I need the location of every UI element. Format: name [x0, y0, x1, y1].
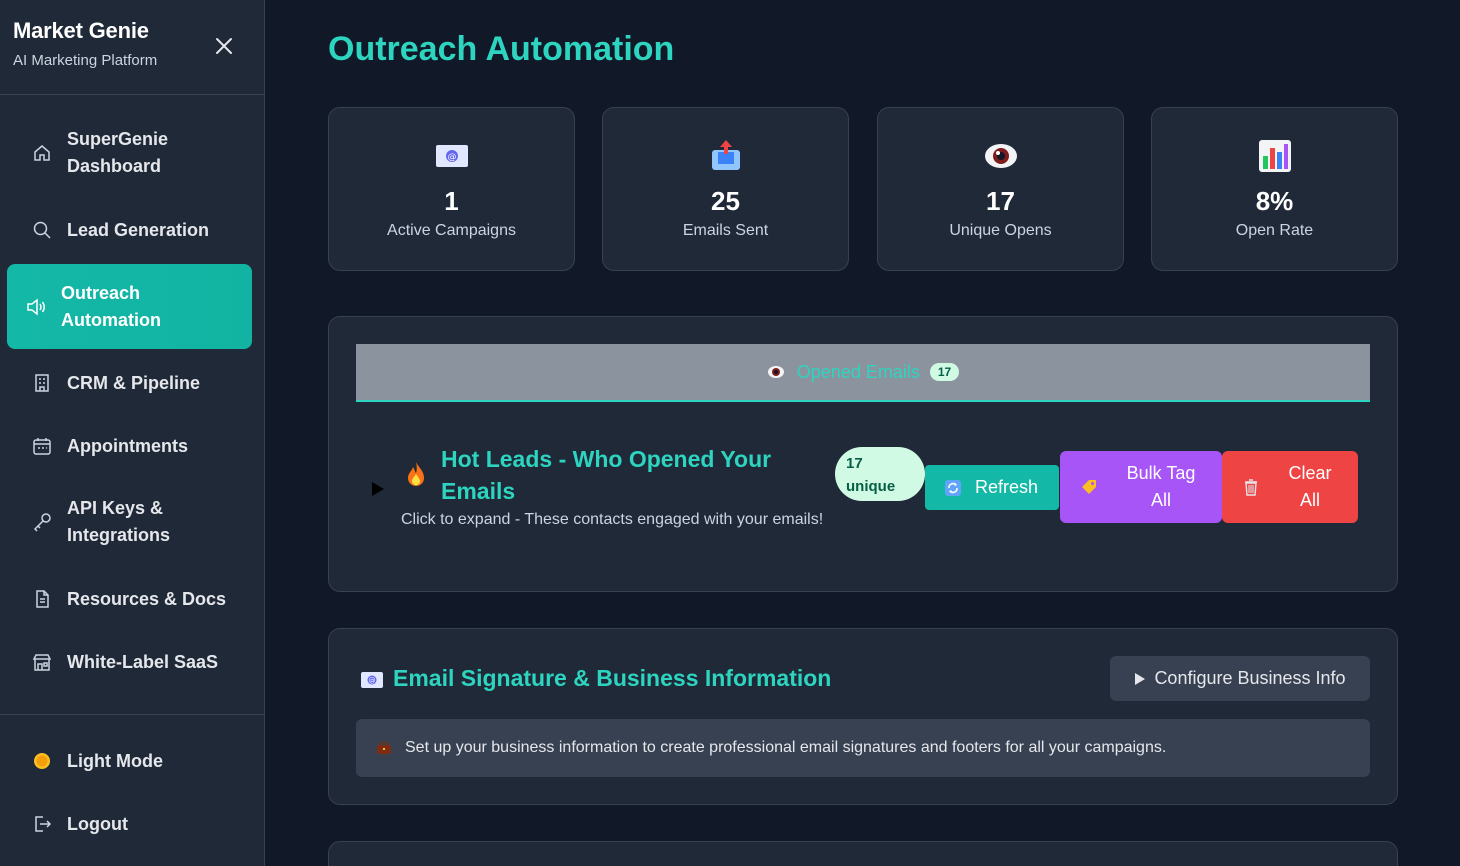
expand-triangle-icon[interactable]: [371, 481, 385, 497]
hot-leads-title[interactable]: Hot Leads - Who Opened Your Emails: [441, 443, 801, 507]
sidebar-item-label: Lead Generation: [67, 219, 210, 240]
sun-icon: [31, 750, 53, 772]
trash-icon: [1245, 479, 1257, 496]
stat-label: Open Rate: [1235, 222, 1314, 239]
brand-subtitle: AI Marketing Platform: [13, 52, 158, 69]
stat-value: 8%: [1255, 186, 1294, 216]
sidebar-item-label: API Keys & Integrations: [67, 498, 171, 545]
eye-icon: [984, 144, 1017, 168]
sidebar-item-label: Resources & Docs: [67, 588, 227, 609]
sidebar-item-outreach-automation[interactable]: Outreach Automation: [7, 264, 252, 349]
brand-title: Market Genie: [13, 18, 149, 43]
clear-all-button[interactable]: Clear All: [1222, 451, 1358, 523]
tab-opened-emails[interactable]: Opened Emails 17: [356, 344, 1370, 402]
document-icon: [31, 588, 53, 610]
search-icon: [31, 219, 53, 241]
play-triangle-icon: [1135, 672, 1146, 685]
sidebar-item-label: SuperGenie Dashboard: [67, 129, 169, 176]
eye-icon: [767, 366, 784, 378]
page-title: Outreach Automation: [328, 30, 675, 68]
sidebar-item-appointments[interactable]: Appointments: [7, 426, 252, 466]
signature-info-text: Set up your business information to crea…: [405, 739, 1167, 756]
sidebar-item-lead-generation[interactable]: Lead Generation: [7, 210, 252, 250]
speaker-icon: [25, 296, 47, 318]
signature-title: Email Signature & Business Information: [393, 665, 832, 691]
sidebar-divider: [0, 714, 265, 715]
stat-card-unique-opens: 17 Unique Opens: [877, 107, 1124, 271]
next-panel: [328, 841, 1398, 866]
store-icon: [31, 651, 53, 673]
stat-label: Active Campaigns: [387, 222, 516, 239]
bulk-tag-label-line1: Bulk Tag: [1126, 463, 1196, 483]
hot-leads-subtitle: Click to expand - These contacts engaged…: [401, 511, 824, 528]
logout-label: Logout: [67, 813, 128, 834]
sidebar-item-white-label-saas[interactable]: White-Label SaaS: [7, 642, 252, 682]
sidebar-item-label: White-Label SaaS: [67, 651, 219, 672]
refresh-icon: [945, 479, 961, 496]
sidebar-item-label: Outreach Automation: [61, 282, 161, 330]
clear-all-label-line2: All: [1299, 490, 1320, 510]
briefcase-icon: [377, 741, 391, 754]
outbox-icon: [711, 140, 740, 170]
brand: Market Genie AI Marketing Platform: [13, 18, 157, 69]
email-icon: @: [361, 672, 383, 688]
clear-all-label: Clear All: [1280, 460, 1340, 514]
sidebar-item-label: CRM & Pipeline: [67, 372, 201, 393]
sidebar: Market Genie AI Marketing Platform Super…: [0, 0, 265, 866]
stat-card-open-rate: 8% Open Rate: [1151, 107, 1398, 271]
sidebar-item-label: Appointments: [67, 435, 188, 456]
light-mode-label: Light Mode: [67, 750, 163, 771]
tab-count-badge: 17: [929, 363, 960, 381]
stat-label: Emails Sent: [682, 222, 769, 239]
svg-text:@: @: [447, 153, 456, 163]
logout-icon: [31, 813, 53, 835]
refresh-button[interactable]: Refresh: [925, 465, 1059, 510]
svg-text:@: @: [369, 677, 376, 685]
email-signature-panel: @ Email Signature & Business Information…: [328, 628, 1398, 805]
calendar-icon: [31, 435, 53, 457]
light-mode-toggle[interactable]: Light Mode: [7, 741, 252, 781]
home-icon: [31, 142, 53, 164]
sidebar-item-resources-docs[interactable]: Resources & Docs: [7, 579, 252, 619]
building-icon: [31, 372, 53, 394]
tab-label: Opened Emails: [796, 361, 920, 382]
stat-label: Unique Opens: [949, 222, 1052, 239]
sidebar-item-api-keys[interactable]: API Keys & Integrations: [7, 486, 252, 558]
refresh-label: Refresh: [975, 477, 1039, 497]
stat-value: 1: [444, 186, 459, 216]
sidebar-divider: [0, 94, 265, 95]
email-icon: @: [435, 145, 468, 167]
stat-card-emails-sent: 25 Emails Sent: [602, 107, 849, 271]
sidebar-item-dashboard[interactable]: SuperGenie Dashboard: [7, 117, 252, 189]
bulk-tag-all-button[interactable]: Bulk Tag All: [1060, 451, 1222, 523]
bar-chart-icon: [1258, 140, 1291, 172]
close-icon: [216, 38, 232, 54]
opened-emails-panel: Opened Emails 17 Hot Leads - Who Opened …: [328, 316, 1398, 592]
unique-count: 17: [846, 455, 863, 472]
unique-count-badge: 17 unique: [835, 447, 925, 501]
stat-value: 17: [986, 186, 1015, 216]
configure-business-info-label: Configure Business Info: [1154, 668, 1346, 688]
stat-card-active-campaigns: @ 1 Active Campaigns: [328, 107, 575, 271]
bulk-tag-label-line2: All: [1150, 490, 1171, 510]
signature-info-box: Set up your business information to crea…: [356, 719, 1370, 777]
configure-business-info-button[interactable]: Configure Business Info: [1110, 656, 1370, 701]
close-sidebar-button[interactable]: [212, 34, 236, 58]
logout-button[interactable]: Logout: [7, 804, 252, 844]
bulk-tag-label: Bulk Tag All: [1118, 460, 1204, 514]
stat-value: 25: [711, 186, 740, 216]
unique-label: unique: [846, 478, 896, 495]
clear-all-label-line1: Clear: [1288, 463, 1332, 483]
sidebar-item-crm-pipeline[interactable]: CRM & Pipeline: [7, 363, 252, 403]
fire-icon: [408, 462, 424, 486]
key-icon: [31, 511, 53, 533]
tag-icon: [1082, 480, 1096, 494]
